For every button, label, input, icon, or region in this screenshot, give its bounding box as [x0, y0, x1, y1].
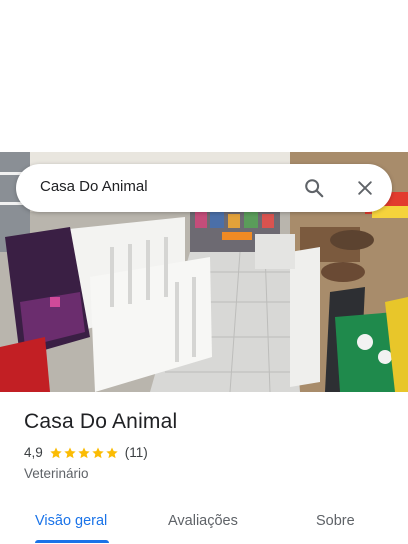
close-icon — [358, 181, 372, 195]
star-icon — [78, 446, 90, 458]
active-tab-indicator — [35, 540, 109, 543]
tab-about[interactable]: Sobre — [316, 513, 355, 529]
rating-row[interactable]: 4,9 (11) — [24, 445, 148, 460]
place-title: Casa Do Animal — [24, 410, 178, 433]
star-icon — [92, 446, 104, 458]
place-info-panel: Casa Do Animal 4,9 (11) Veterinário Visã… — [0, 392, 408, 544]
search-icon — [305, 179, 324, 198]
tab-overview[interactable]: Visão geral — [35, 513, 107, 529]
review-count: (11) — [124, 445, 148, 460]
close-button[interactable] — [353, 176, 377, 200]
rating-value: 4,9 — [24, 445, 43, 460]
star-rating — [49, 446, 119, 460]
tab-reviews[interactable]: Avaliações — [168, 513, 238, 529]
star-icon — [50, 446, 62, 458]
place-category: Veterinário — [24, 466, 89, 481]
place-tabs: Visão geral Avaliações Sobre — [0, 500, 408, 544]
search-input[interactable]: Casa Do Animal — [40, 178, 148, 195]
search-bar[interactable]: Casa Do Animal — [16, 164, 392, 212]
star-icon — [106, 446, 118, 458]
blank-header-area — [0, 0, 408, 152]
star-icon — [64, 446, 76, 458]
search-button[interactable] — [302, 176, 326, 200]
